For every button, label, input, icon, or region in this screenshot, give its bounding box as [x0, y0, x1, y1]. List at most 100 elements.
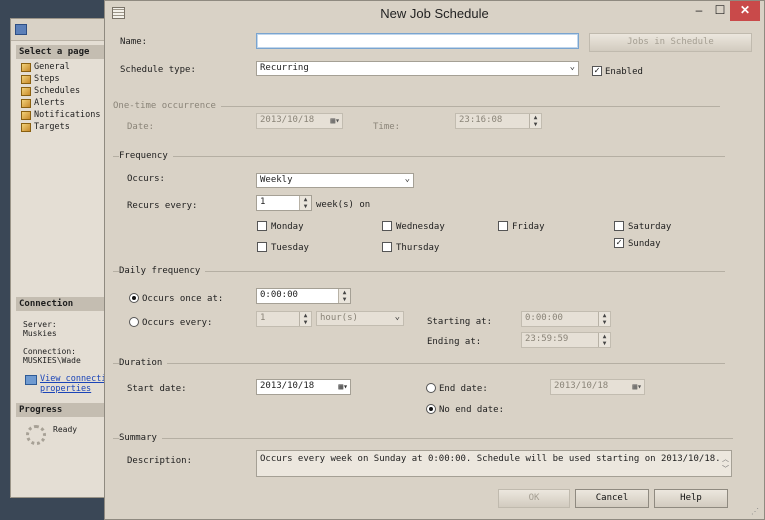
frequency-header: Frequency — [119, 151, 173, 161]
server-label: Server: — [23, 320, 57, 329]
server-value: Muskies — [23, 329, 57, 338]
recurs-every-input[interactable]: 1 ▲ ▼ — [256, 195, 312, 211]
occurs-every-radio[interactable] — [129, 317, 139, 327]
end-date-label: End date: — [439, 384, 488, 394]
one-time-header: One-time occurrence — [113, 101, 221, 111]
spinner-icon[interactable]: ▲ ▼ — [529, 114, 541, 128]
connection-value: MUSKIES\Wade — [23, 356, 81, 365]
no-end-date-radio[interactable] — [426, 404, 436, 414]
one-time-time-label: Time: — [373, 122, 401, 132]
tuesday-label: Tuesday — [271, 243, 309, 253]
thursday-checkbox[interactable] — [382, 242, 392, 252]
background-titlebar — [11, 19, 105, 41]
name-input[interactable] — [256, 33, 579, 49]
page-item-targets[interactable]: Targets — [21, 121, 70, 133]
monday-label: Monday — [271, 222, 304, 232]
starting-at-label: Starting at: — [427, 317, 493, 327]
jobs-in-schedule-button[interactable]: Jobs in Schedule — [589, 33, 752, 52]
saturday-checkbox[interactable] — [614, 221, 624, 231]
page-icon — [21, 122, 31, 132]
chevron-down-icon: ⌄ — [394, 312, 400, 322]
tuesday-checkbox[interactable] — [257, 242, 267, 252]
frequency-group-line — [113, 156, 725, 157]
minimize-button[interactable]: – — [688, 1, 710, 21]
page-icon — [21, 62, 31, 72]
page-item-steps[interactable]: Steps — [21, 73, 60, 85]
occurs-select[interactable]: Weekly ⌄ — [256, 173, 414, 188]
page-item-notifications[interactable]: Notifications — [21, 109, 101, 121]
select-page-header: Select a page — [16, 45, 104, 59]
progress-header: Progress — [16, 403, 104, 417]
schedule-type-select[interactable]: Recurring ⌄ — [256, 61, 579, 76]
recurs-every-label: Recurs every: — [127, 201, 198, 211]
daily-frequency-header: Daily frequency — [119, 266, 206, 276]
page-icon — [21, 110, 31, 120]
schedule-type-label: Schedule type: — [120, 65, 196, 75]
ending-at-label: Ending at: — [427, 337, 482, 347]
end-date-picker[interactable]: 2013/10/18 ▦▾ — [550, 379, 645, 395]
start-date-picker[interactable]: 2013/10/18 ▦▾ — [256, 379, 351, 395]
dialog-title: New Job Schedule — [380, 6, 489, 21]
page-icon — [21, 74, 31, 84]
close-button[interactable]: ✕ — [730, 1, 760, 21]
page-item-alerts[interactable]: Alerts — [21, 97, 65, 109]
end-date-radio[interactable] — [426, 383, 436, 393]
progress-spinner-icon — [26, 425, 46, 445]
new-job-schedule-dialog: New Job Schedule – ☐ ✕ Name: Jobs in Sch… — [104, 0, 765, 520]
recurs-suffix-label: week(s) on — [316, 200, 371, 210]
cancel-button[interactable]: Cancel — [575, 489, 649, 508]
chevron-down-icon: ⌄ — [404, 174, 410, 184]
app-icon — [15, 24, 27, 35]
start-date-label: Start date: — [127, 384, 187, 394]
view-connection-properties-link[interactable]: View connectic properties — [40, 374, 112, 394]
starting-at-input[interactable]: 0:00:00 ▲ ▼ — [521, 311, 611, 327]
occurs-every-label: Occurs every: — [142, 318, 213, 328]
friday-checkbox[interactable] — [498, 221, 508, 231]
chevron-down-icon: ⌄ — [569, 62, 575, 72]
sunday-checkbox[interactable]: ✓ — [614, 238, 624, 248]
job-properties-window: Select a page General Steps Schedules Al… — [10, 18, 112, 498]
calendar-dropdown-icon[interactable]: ▦▾ — [624, 382, 642, 392]
wednesday-checkbox[interactable] — [382, 221, 392, 231]
spinner-icon[interactable]: ▲ ▼ — [598, 333, 610, 347]
page-item-general[interactable]: General — [21, 61, 70, 73]
connection-header: Connection — [16, 297, 104, 311]
one-time-date-label: Date: — [127, 122, 155, 132]
one-time-date-picker[interactable]: 2013/10/18 ▦▾ — [256, 113, 343, 129]
sunday-label: Sunday — [628, 239, 661, 249]
titlebar: New Job Schedule – ☐ ✕ — [105, 1, 764, 25]
page-icon — [21, 98, 31, 108]
scrollbar-arrows-icon[interactable]: ︿ ﹀ — [722, 454, 729, 474]
occurs-once-radio[interactable] — [129, 293, 139, 303]
occurs-once-time-input[interactable]: 0:00:00 ▲ ▼ — [256, 288, 351, 304]
connection-properties-icon — [25, 375, 37, 385]
thursday-label: Thursday — [396, 243, 440, 253]
ok-button[interactable]: OK — [498, 489, 570, 508]
enabled-checkbox[interactable]: ✓ — [592, 66, 602, 76]
ending-at-input[interactable]: 23:59:59 ▲ ▼ — [521, 332, 611, 348]
spinner-icon[interactable]: ▲ ▼ — [598, 312, 610, 326]
spinner-icon[interactable]: ▲ ▼ — [338, 289, 350, 303]
one-time-time-input[interactable]: 23:16:08 ▲ ▼ — [455, 113, 542, 129]
resize-grip-icon[interactable]: ⋰ — [751, 507, 759, 516]
calendar-dropdown-icon: ▦▾ — [330, 116, 340, 125]
spinner-icon[interactable]: ▲ ▼ — [299, 196, 311, 210]
description-textarea[interactable]: Occurs every week on Sunday at 0:00:00. … — [256, 450, 732, 477]
duration-group-line — [113, 363, 725, 364]
help-button[interactable]: Help — [654, 489, 728, 508]
calendar-dropdown-icon[interactable]: ▦▾ — [330, 382, 348, 392]
page-icon — [21, 86, 31, 96]
page-item-schedules[interactable]: Schedules — [21, 85, 80, 97]
duration-header: Duration — [119, 358, 168, 368]
maximize-button[interactable]: ☐ — [710, 1, 730, 21]
description-label: Description: — [127, 456, 193, 466]
occurs-every-input[interactable]: 1 ▲ ▼ — [256, 311, 312, 327]
spinner-icon[interactable]: ▲ ▼ — [299, 312, 311, 326]
occurs-every-unit-select[interactable]: hour(s) ⌄ — [316, 311, 404, 326]
name-label: Name: — [120, 37, 148, 47]
no-end-date-label: No end date: — [439, 405, 505, 415]
friday-label: Friday — [512, 222, 545, 232]
monday-checkbox[interactable] — [257, 221, 267, 231]
occurs-once-label: Occurs once at: — [142, 294, 224, 304]
summary-header: Summary — [119, 433, 162, 443]
